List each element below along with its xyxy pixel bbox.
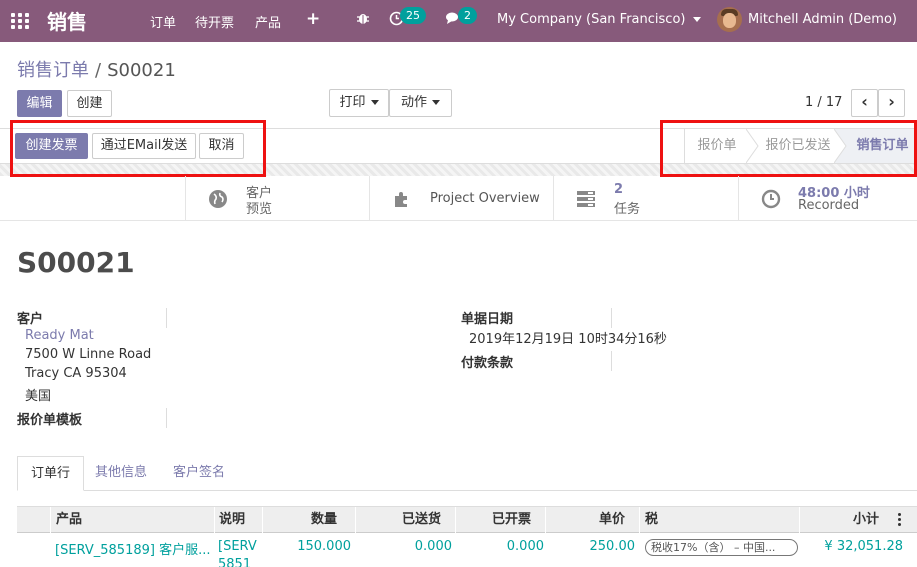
menu-to-invoice[interactable]: 待开票: [195, 12, 234, 31]
column-delivered[interactable]: 已送货: [355, 507, 455, 533]
row-invoiced[interactable]: 0.000: [455, 539, 544, 554]
address-line2: Tracy CA 95304: [25, 366, 127, 381]
menu-orders[interactable]: 订单: [150, 12, 176, 31]
pager-next-button[interactable]: ›: [878, 89, 905, 117]
order-lines-header: 产品 说明 数量 已送货 已开票 单价 税 小计: [17, 506, 917, 533]
column-product[interactable]: 产品: [50, 507, 214, 533]
chevron-down-icon: [370, 100, 379, 105]
tab-customer-signature[interactable]: 客户签名: [160, 456, 238, 491]
company-switcher[interactable]: My Company (San Francisco): [497, 12, 702, 27]
top-navbar: 销售 订单 待开票 产品 + 25 2 My Company (San Fran…: [0, 0, 917, 42]
stage-quotation[interactable]: 报价单: [686, 129, 748, 163]
row-product[interactable]: [SERV_585189] 客户服...: [55, 539, 210, 558]
column-description[interactable]: 说明: [214, 507, 262, 533]
print-label: 打印: [339, 95, 366, 110]
create-button[interactable]: 创建: [67, 90, 112, 117]
company-name: My Company (San Francisco): [497, 12, 686, 27]
tax-tag[interactable]: 税收17%（含） – 中国...: [645, 539, 798, 556]
action-dropdown[interactable]: 动作: [389, 89, 452, 117]
row-subtotal: ¥ 32,051.28: [824, 539, 903, 554]
row-quantity[interactable]: 150.000: [262, 539, 351, 554]
chevron-down-icon: [693, 17, 702, 22]
stat-button-box: 客户 预览 Project Overview 2 任务 48:00 小时 Rec…: [0, 176, 917, 221]
preview-line2: 预览: [246, 202, 273, 217]
breadcrumb-separator: /: [95, 60, 102, 81]
stage-arrow-icon: [834, 129, 848, 163]
row-description[interactable]: [SERV: [218, 539, 257, 554]
column-unit-price[interactable]: 单价: [545, 507, 639, 533]
stage-arrow-icon: [746, 129, 759, 163]
activity-count-badge: 25: [400, 7, 426, 24]
action-label: 动作: [400, 95, 427, 110]
divider: [684, 129, 685, 163]
customer-label: 客户: [17, 312, 44, 327]
create-invoice-button[interactable]: 创建发票: [15, 133, 88, 159]
tab-order-lines[interactable]: 订单行: [17, 456, 85, 491]
customer-name-link[interactable]: Ready Mat: [25, 328, 94, 343]
bug-icon[interactable]: [356, 11, 370, 29]
address-line1: 7500 W Linne Road: [25, 347, 152, 362]
tasks-list-icon: [577, 191, 595, 207]
breadcrumb-current: S00021: [107, 60, 176, 81]
cancel-button[interactable]: 取消: [199, 133, 244, 159]
pager-value[interactable]: 1 / 17: [805, 95, 842, 110]
globe-icon: [209, 190, 227, 208]
handle-column: [17, 507, 50, 533]
divider: [611, 308, 612, 328]
user-menu[interactable]: Mitchell Admin (Demo): [748, 12, 897, 27]
project-overview-button[interactable]: Project Overview: [369, 176, 553, 221]
statusbar-separator: [0, 164, 917, 176]
address-country: 美国: [25, 389, 52, 404]
tab-other-info[interactable]: 其他信息: [82, 456, 160, 491]
send-by-email-button[interactable]: 通过EMail发送: [92, 133, 196, 159]
notebook-tabs: 订单行 其他信息 客户签名: [17, 456, 917, 491]
project-overview-label: Project Overview: [430, 191, 540, 206]
row-description-line2: 5851: [218, 557, 252, 567]
tasks-button[interactable]: 2 任务: [553, 176, 738, 221]
plus-icon[interactable]: +: [306, 9, 320, 29]
column-quantity[interactable]: 数量: [262, 507, 355, 533]
stage-quotation-sent[interactable]: 报价已发送: [760, 129, 836, 163]
column-invoiced[interactable]: 已开票: [455, 507, 545, 533]
row-unit-price[interactable]: 250.00: [545, 539, 636, 554]
avatar[interactable]: [717, 7, 742, 32]
breadcrumb: 销售订单 / S00021: [17, 56, 176, 82]
apps-menu-icon[interactable]: [11, 13, 29, 29]
quote-template-field[interactable]: [166, 408, 167, 428]
app-title[interactable]: 销售: [47, 6, 87, 35]
column-taxes[interactable]: 税: [639, 507, 799, 533]
divider: [166, 308, 167, 328]
edit-button[interactable]: 编辑: [17, 90, 62, 117]
tasks-label: 任务: [614, 202, 641, 217]
pager-previous-button[interactable]: ‹: [851, 89, 878, 117]
payment-terms-label: 付款条款: [461, 356, 514, 371]
payment-terms-field[interactable]: [611, 351, 612, 371]
quote-template-label: 报价单模板: [17, 413, 83, 428]
order-date-value: 2019年12月19日 10时34分16秒: [469, 332, 667, 347]
message-count-badge: 2: [458, 7, 477, 24]
form-statusbar: 创建发票 通过EMail发送 取消 报价单 报价已发送 销售订单: [0, 128, 917, 164]
customer-preview-button[interactable]: 客户 预览: [185, 176, 369, 221]
document-title: S00021: [17, 246, 135, 279]
row-delivered[interactable]: 0.000: [355, 539, 452, 554]
print-dropdown[interactable]: 打印: [329, 89, 389, 117]
recorded-hours-button[interactable]: 48:00 小时 Recorded: [738, 176, 917, 221]
breadcrumb-parent[interactable]: 销售订单: [17, 60, 89, 81]
optional-columns-icon[interactable]: [898, 513, 901, 527]
stage-sales-order[interactable]: 销售订单: [848, 129, 917, 163]
hours-label: Recorded: [798, 198, 860, 213]
menu-products[interactable]: 产品: [255, 12, 281, 31]
tasks-count: 2: [614, 182, 624, 197]
clock-icon: [761, 189, 781, 209]
chevron-down-icon: [432, 100, 440, 105]
order-date-label: 单据日期: [461, 312, 514, 327]
puzzle-icon: [395, 192, 407, 207]
